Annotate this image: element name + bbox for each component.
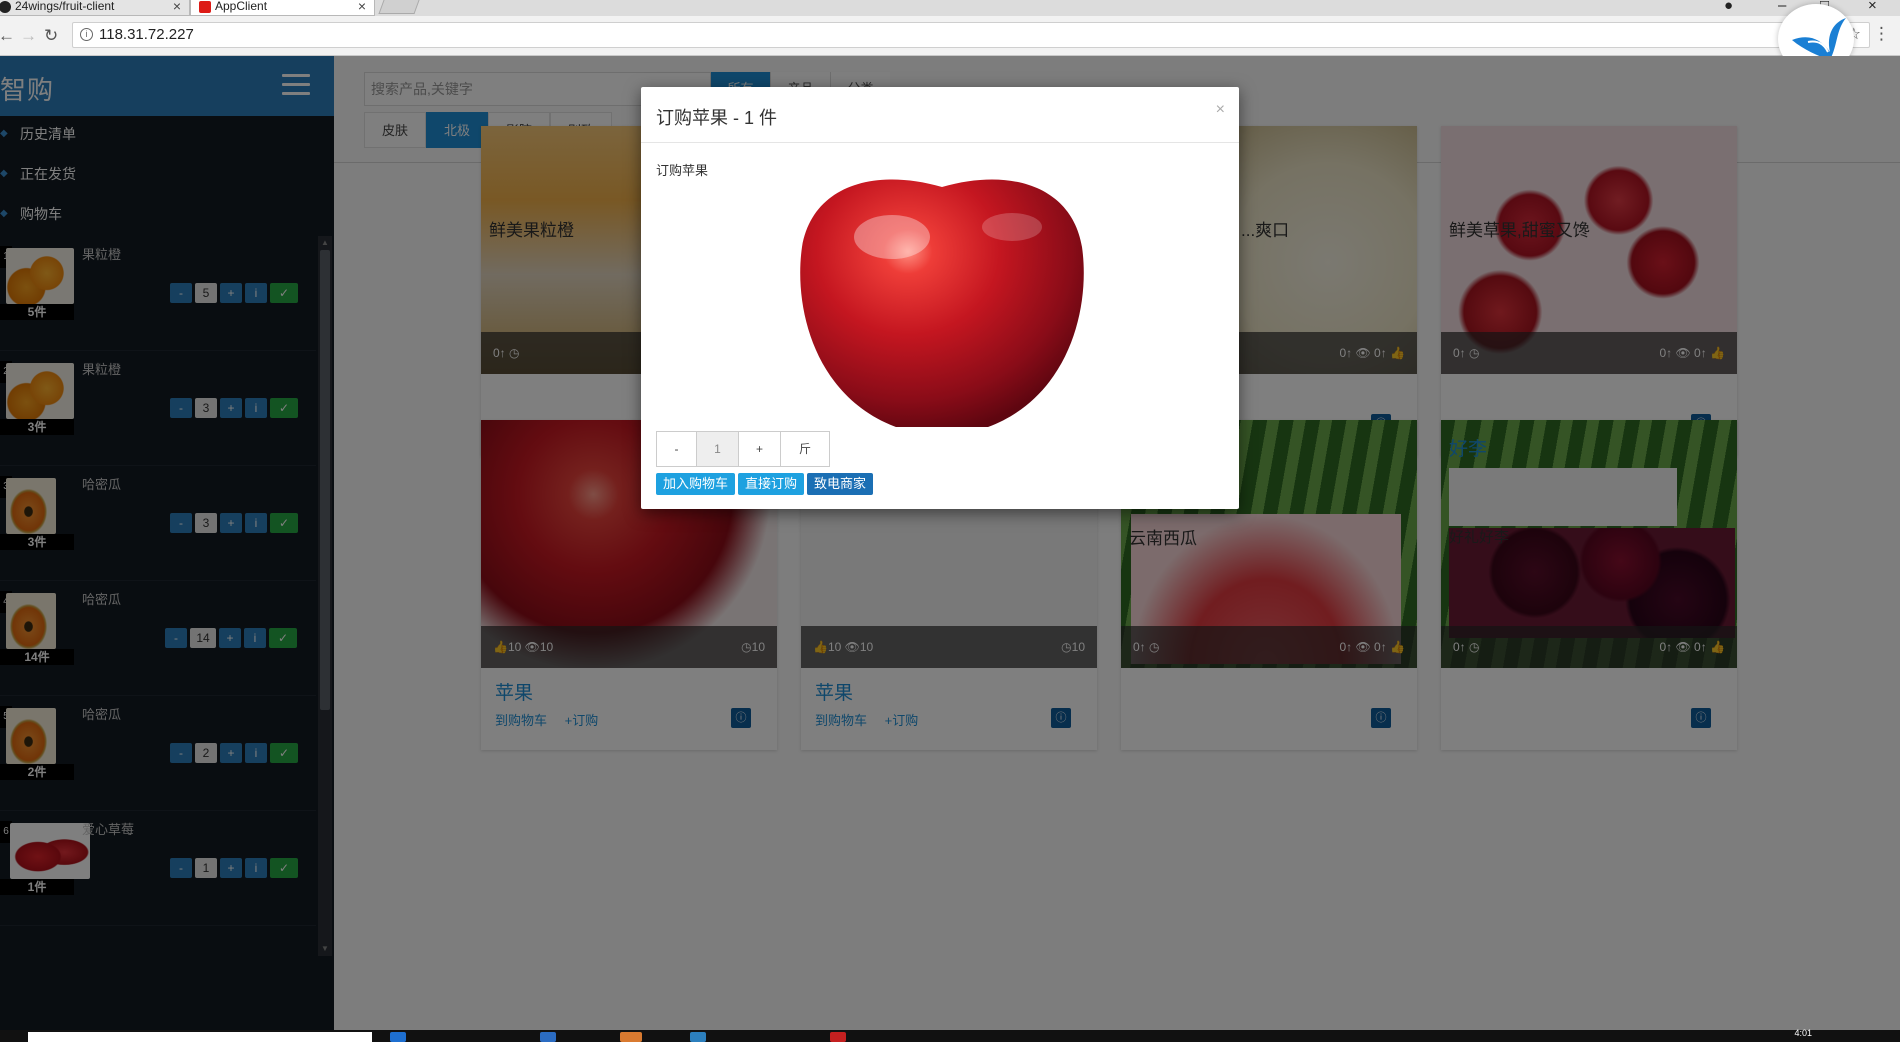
- quantity-stepper: - 1 + 斤: [656, 431, 830, 467]
- close-icon[interactable]: ×: [1216, 101, 1225, 119]
- apple-image: [772, 177, 1108, 427]
- browser-tab-github[interactable]: 24wings/fruit-client ×: [0, 0, 190, 16]
- taskbar-app-icon[interactable]: [540, 1032, 556, 1042]
- forward-icon[interactable]: →: [20, 26, 37, 46]
- taskbar-app-icon[interactable]: [830, 1032, 846, 1042]
- browser-menu-icon[interactable]: ⋮: [1873, 24, 1890, 44]
- add-to-cart-button[interactable]: 加入购物车: [656, 473, 736, 495]
- reload-icon[interactable]: ↻: [44, 26, 58, 46]
- profile-icon[interactable]: ●: [1724, 0, 1733, 14]
- url-text: 118.31.72.227: [99, 26, 194, 43]
- github-icon: [0, 1, 11, 13]
- back-icon[interactable]: ←: [0, 26, 15, 46]
- browser-tab-strip: 24wings/fruit-client × AppClient × ● – □…: [0, 0, 1900, 16]
- decrement-button[interactable]: -: [657, 432, 697, 466]
- tab-label: AppClient: [215, 0, 268, 13]
- new-tab-button[interactable]: [378, 0, 420, 14]
- taskbar-search[interactable]: [28, 1032, 372, 1042]
- taskbar-app-icon[interactable]: [690, 1032, 706, 1042]
- browser-tab-appclient[interactable]: AppClient ×: [190, 0, 375, 16]
- taskbar-app-icon[interactable]: [620, 1032, 642, 1042]
- url-field[interactable]: i 118.31.72.227 ☆: [72, 22, 1870, 48]
- tab-label: 24wings/fruit-client: [15, 0, 115, 13]
- call-merchant-button[interactable]: 致电商家: [807, 473, 874, 495]
- close-tab-icon[interactable]: ×: [173, 0, 181, 13]
- order-now-button[interactable]: 直接订购: [738, 473, 805, 495]
- quantity-input[interactable]: 1: [697, 432, 739, 466]
- dialog-title: 订购苹果 - 1 件: [656, 108, 778, 128]
- dialog-header: 订购苹果 - 1 件 ×: [641, 87, 1239, 143]
- address-bar-row: ← → ↻ i 118.31.72.227 ☆ ⋮: [0, 16, 1900, 56]
- taskbar-clock: 4:01: [1794, 1028, 1812, 1038]
- dialog-actions: 加入购物车 直接订购 致电商家: [656, 473, 874, 495]
- increment-button[interactable]: +: [739, 432, 781, 466]
- site-info-icon[interactable]: i: [80, 28, 93, 41]
- os-taskbar: 4:01: [0, 1028, 1900, 1042]
- taskbar-app-icon[interactable]: [390, 1032, 406, 1042]
- order-dialog: 订购苹果 - 1 件 × 订购苹果 - 1 + 斤 加入购物车 直接订购 致电商…: [641, 87, 1239, 509]
- close-window-icon[interactable]: ×: [1868, 0, 1877, 14]
- dialog-subtitle: 订购苹果: [656, 163, 709, 178]
- close-tab-icon[interactable]: ×: [358, 0, 366, 13]
- angular-icon: [199, 1, 211, 13]
- unit-label: 斤: [781, 432, 829, 466]
